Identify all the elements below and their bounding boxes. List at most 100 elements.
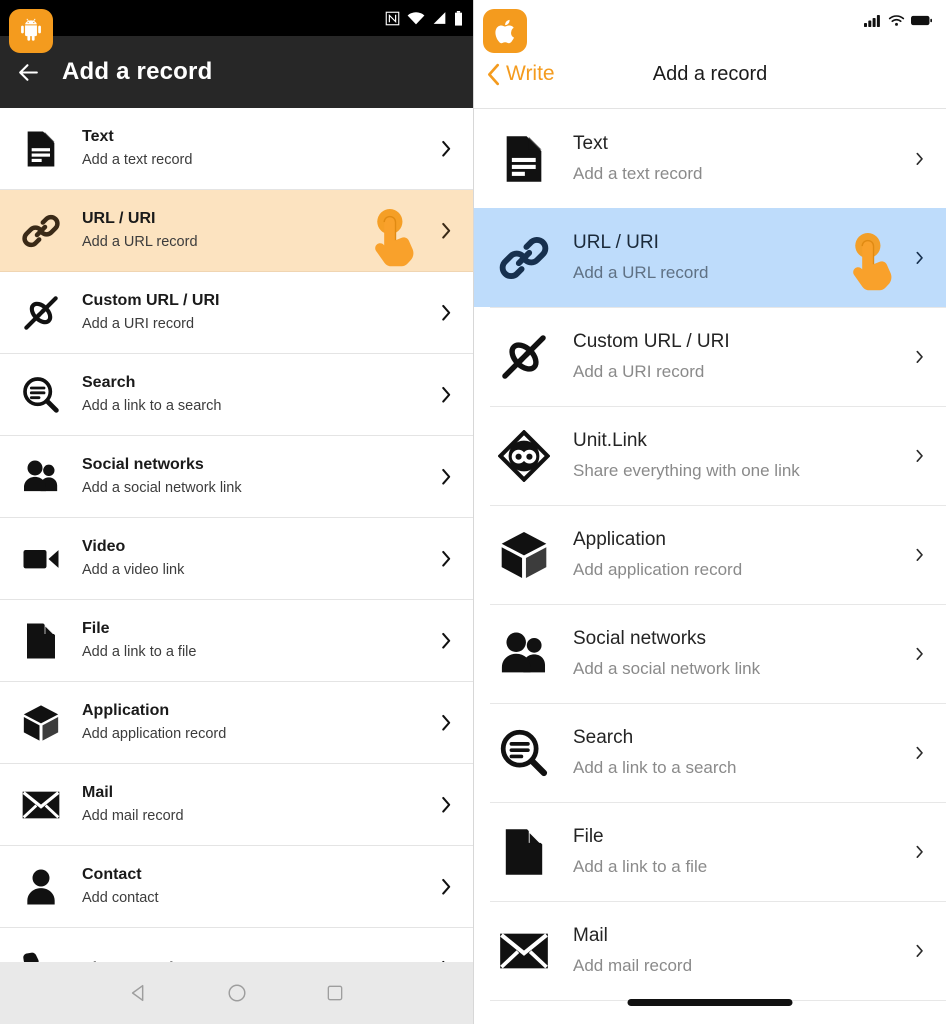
ios-list-item-social-networks[interactable]: Social networks Add a social network link [474, 604, 946, 703]
android-item-icon [0, 129, 82, 169]
ios-list-item-custom-url-uri[interactable]: Custom URL / URI Add a URI record [474, 307, 946, 406]
ios-item-icon [474, 727, 573, 779]
ios-item-chevron[interactable] [892, 944, 946, 958]
android-list-item-social-networks[interactable]: Social networks Add a social network link [0, 436, 473, 518]
android-list-item-url-uri[interactable]: URL / URI Add a URL record [0, 190, 473, 272]
android-item-subtitle: Add a text record [82, 152, 193, 168]
ios-item-icon [474, 331, 573, 383]
ios-list-item-text[interactable]: Text Add a text record [474, 109, 946, 208]
ios-item-chevron[interactable] [892, 449, 946, 463]
link-chain-icon [22, 214, 60, 247]
home-indicator-bar [627, 999, 793, 1006]
android-item-text: File Add a link to a file [82, 619, 419, 662]
android-item-text: Mail Add mail record [82, 783, 419, 826]
ios-list-item-application[interactable]: Application Add application record [474, 505, 946, 604]
chevron-right-icon [916, 647, 923, 660]
ios-item-text: Application Add application record [573, 528, 892, 582]
android-item-chevron[interactable] [419, 632, 473, 650]
ios-item-chevron[interactable] [892, 845, 946, 859]
ios-item-subtitle: Add a link to a search [573, 757, 737, 777]
ios-item-text: File Add a link to a file [573, 825, 892, 879]
ios-screen: Write Add a record Text Add a text record… [473, 0, 946, 1024]
android-item-title: Video [82, 538, 126, 555]
mail-envelope-icon [22, 790, 60, 818]
android-item-chevron[interactable] [419, 878, 473, 896]
nav-home-circle-icon[interactable] [226, 982, 248, 1004]
ios-item-subtitle: Add a link to a file [573, 856, 708, 876]
ios-list-item-mail[interactable]: Mail Add mail record [474, 901, 946, 1000]
android-item-icon [0, 293, 82, 333]
android-navigation-bar [0, 962, 473, 1024]
nfc-icon [385, 11, 400, 25]
chevron-right-icon [916, 845, 923, 858]
android-item-title: URL / URI [82, 210, 156, 227]
chevron-right-icon [916, 251, 923, 264]
ios-item-chevron[interactable] [892, 548, 946, 562]
list-separator [490, 208, 946, 209]
android-item-chevron[interactable] [419, 222, 473, 240]
android-item-chevron[interactable] [419, 714, 473, 732]
android-item-subtitle: Add a URL record [82, 234, 198, 250]
android-item-icon [0, 785, 82, 825]
ios-list-item-search[interactable]: Search Add a link to a search [474, 703, 946, 802]
people-group-icon [501, 632, 545, 672]
android-list-item-mail[interactable]: Mail Add mail record [0, 764, 473, 846]
ios-list-item-unit-link[interactable]: Unit.Link Share everything with one link [474, 406, 946, 505]
android-robot-icon [21, 18, 41, 41]
android-item-subtitle: Add contact [82, 890, 159, 906]
video-camera-icon [23, 549, 59, 568]
android-item-chevron[interactable] [419, 468, 473, 486]
link-chain-icon [499, 236, 548, 279]
android-list-item-file[interactable]: File Add a link to a file [0, 600, 473, 682]
android-item-text: Social networks Add a social network link [82, 455, 419, 498]
ios-platform-badge [483, 9, 527, 53]
android-item-chevron[interactable] [419, 386, 473, 404]
android-list-item-application[interactable]: Application Add application record [0, 682, 473, 764]
ios-item-text: Social networks Add a social network link [573, 627, 892, 681]
ios-item-chevron[interactable] [892, 647, 946, 661]
android-back-button[interactable] [0, 60, 56, 85]
file-page-icon [505, 828, 542, 875]
android-list-item-search[interactable]: Search Add a link to a search [0, 354, 473, 436]
android-list-item-video[interactable]: Video Add a video link [0, 518, 473, 600]
android-item-title: Text [82, 128, 114, 145]
ios-item-chevron[interactable] [892, 251, 946, 265]
chevron-right-icon [442, 222, 451, 239]
ios-item-chevron[interactable] [892, 152, 946, 166]
unit-link-infinity-icon [497, 429, 550, 482]
ios-back-button[interactable]: Write [486, 62, 555, 87]
nav-back-triangle-icon[interactable] [128, 982, 150, 1004]
android-item-subtitle: Add a link to a search [82, 398, 222, 414]
android-item-icon [0, 867, 82, 907]
ios-item-subtitle: Add a social network link [573, 658, 761, 678]
android-item-chevron[interactable] [419, 304, 473, 322]
ios-item-subtitle: Add a URL record [573, 262, 709, 282]
android-item-icon [0, 457, 82, 497]
android-item-title: Social networks [82, 456, 204, 473]
ios-item-chevron[interactable] [892, 746, 946, 760]
ios-item-title: Social networks [573, 627, 707, 649]
ios-item-chevron[interactable] [892, 350, 946, 364]
ios-item-title: Search [573, 726, 634, 748]
android-item-chevron[interactable] [419, 796, 473, 814]
ios-item-icon [474, 429, 573, 482]
android-item-subtitle: Add application record [82, 726, 227, 742]
nav-recents-square-icon[interactable] [325, 983, 345, 1003]
android-list-item-contact[interactable]: Contact Add contact [0, 846, 473, 928]
android-item-chevron[interactable] [419, 140, 473, 158]
battery-icon [455, 10, 462, 26]
android-item-text: URL / URI Add a URL record [82, 209, 419, 252]
list-separator [490, 901, 946, 902]
custom-link-icon [501, 334, 546, 379]
list-separator [490, 604, 946, 605]
ios-list-item-url-uri[interactable]: URL / URI Add a URL record [474, 208, 946, 307]
list-separator [490, 307, 946, 308]
android-item-chevron[interactable] [419, 550, 473, 568]
chevron-right-icon [442, 386, 451, 403]
ios-list-item-file[interactable]: File Add a link to a file [474, 802, 946, 901]
ios-item-title: URL / URI [573, 231, 659, 253]
android-list-item-custom-url-uri[interactable]: Custom URL / URI Add a URI record [0, 272, 473, 354]
android-list-item-text[interactable]: Text Add a text record [0, 108, 473, 190]
wifi-icon [407, 12, 425, 25]
android-item-icon [0, 375, 82, 415]
